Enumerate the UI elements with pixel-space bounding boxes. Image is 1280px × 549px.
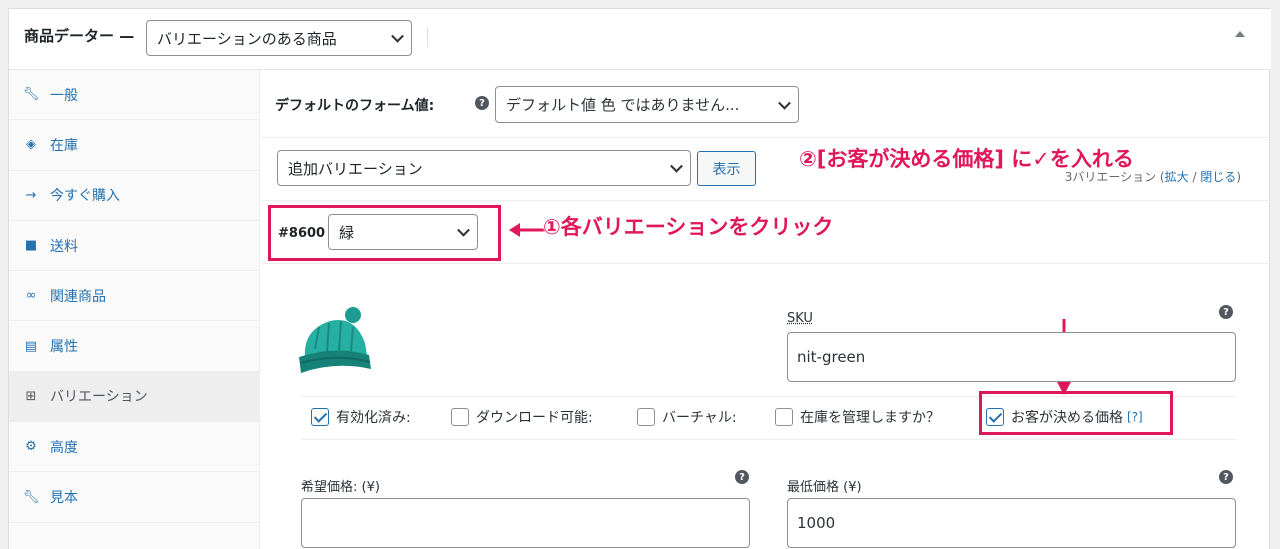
tab-label: バリエーション	[50, 389, 148, 406]
annotation-step2: ②[お客が決める価格] に✓を入れる	[799, 147, 1134, 171]
manage-stock-label: 在庫を管理しますか？	[800, 410, 940, 426]
suggested-price-label: 希望価格: (¥)	[301, 480, 380, 495]
gear-icon: ⚙︎	[25, 439, 37, 455]
virtual-checkbox[interactable]	[637, 408, 655, 426]
circle-arrow-icon: →︎	[25, 187, 37, 203]
tab-label: 今すぐ購入	[50, 188, 120, 205]
downloadable-checkbox[interactable]	[451, 408, 469, 426]
minimum-price-label: 最低価格 (¥)	[787, 480, 862, 495]
tag-icon: ◈	[26, 137, 36, 153]
virtual-label: バーチャル:	[662, 410, 737, 426]
tab-buy-now[interactable]: →︎ 今すぐ購入	[9, 171, 259, 221]
wrench-icon: 🔧︎	[22, 87, 40, 103]
highlight-box-name-your-price	[979, 391, 1173, 435]
tab-label: 見本	[50, 490, 78, 507]
variation-action-value: 追加バリエーション	[288, 159, 423, 178]
sku-label: SKU	[787, 311, 813, 326]
tab-label: 在庫	[50, 137, 78, 154]
expand-link[interactable]: 拡大	[1165, 170, 1189, 184]
wrench-icon: 🔧︎	[22, 489, 40, 505]
downloadable-label: ダウンロード可能:	[476, 410, 593, 426]
annotation-arrow-left-icon	[509, 223, 545, 237]
tab-label: 関連商品	[50, 288, 106, 305]
help-icon[interactable]: ?	[475, 96, 489, 110]
link-icon: ∞	[25, 288, 37, 304]
collapse-arrow-icon[interactable]	[1235, 31, 1245, 37]
variations-panel: デフォルトのフォーム値: ? デフォルト値 色 ではありません... 追加バリエ…	[261, 70, 1271, 549]
list-icon: ▤	[24, 338, 38, 354]
grid-icon: ⊞	[25, 388, 37, 404]
variation-header-row[interactable]: #8600 緑 ①各バリエーションをクリック	[261, 202, 1271, 264]
sku-input[interactable]: nit-green	[787, 332, 1236, 382]
tab-label: 属性	[50, 339, 78, 356]
product-data-panel: 商品データー — バリエーションのある商品 🔧︎ 一般 ◈ 在庫 →︎ 今すぐ購…	[8, 8, 1271, 549]
product-type-select[interactable]: バリエーションのある商品	[146, 20, 412, 56]
help-icon[interactable]: ?	[1219, 470, 1233, 484]
default-form-values-label: デフォルトのフォーム値:	[275, 98, 435, 114]
default-color-select[interactable]: デフォルト値 色 ではありません...	[495, 86, 799, 123]
tab-label: 一般	[50, 87, 78, 104]
tab-label: 送料	[50, 238, 78, 255]
tab-general[interactable]: 🔧︎ 一般	[9, 70, 259, 121]
chevron-down-icon	[391, 29, 404, 43]
tab-sample[interactable]: 🔧︎ 見本	[9, 472, 259, 523]
product-data-tabs: 🔧︎ 一般 ◈ 在庫 →︎ 今すぐ購入 ■ 送料 ∞ 関連商品 ▤ 属性 ⊞ バ…	[9, 70, 260, 549]
collapse-link[interactable]: 閉じる	[1200, 170, 1236, 184]
downloadable-option[interactable]: ダウンロード可能:	[451, 407, 593, 427]
product-type-value: バリエーションのある商品	[157, 29, 337, 48]
enabled-label: 有効化済み:	[336, 410, 411, 426]
show-button[interactable]: 表示	[697, 151, 756, 186]
tab-label: 高度	[50, 439, 78, 456]
default-color-value: デフォルト値 色 ではありません...	[506, 96, 740, 114]
default-form-values-row: デフォルトのフォーム値: ? デフォルト値 色 ではありません...	[261, 70, 1271, 138]
truck-icon: ■	[24, 238, 38, 254]
variation-action-select[interactable]: 追加バリエーション	[277, 150, 691, 186]
help-icon[interactable]: ?	[1219, 305, 1233, 319]
virtual-option[interactable]: バーチャル:	[637, 407, 737, 427]
tab-variations[interactable]: ⊞ バリエーション	[9, 371, 259, 423]
tab-inventory[interactable]: ◈ 在庫	[9, 120, 259, 171]
chevron-down-icon	[778, 96, 791, 110]
help-icon[interactable]: ?	[735, 470, 749, 484]
product-data-title: 商品データー —	[24, 27, 135, 45]
tab-advanced[interactable]: ⚙︎ 高度	[9, 422, 259, 473]
link-separator: /	[1188, 170, 1201, 184]
enabled-checkbox[interactable]	[311, 408, 329, 426]
annotation-step1: ①各バリエーションをクリック	[543, 215, 834, 239]
highlight-box-variation	[268, 205, 501, 261]
tab-attributes[interactable]: ▤ 属性	[9, 321, 259, 372]
enabled-option[interactable]: 有効化済み:	[311, 407, 411, 427]
close-paren: )	[1236, 170, 1241, 184]
tab-linked-products[interactable]: ∞ 関連商品	[9, 271, 259, 322]
minimum-price-input[interactable]: 1000	[787, 498, 1236, 548]
product-image[interactable]	[295, 305, 375, 375]
header-divider	[427, 27, 428, 47]
suggested-price-input[interactable]	[301, 498, 750, 548]
product-data-header: 商品データー — バリエーションのある商品	[9, 9, 1271, 70]
manage-stock-checkbox[interactable]	[775, 408, 793, 426]
tab-shipping[interactable]: ■ 送料	[9, 221, 259, 272]
chevron-down-icon	[670, 159, 683, 173]
manage-stock-option[interactable]: 在庫を管理しますか？	[775, 407, 940, 427]
